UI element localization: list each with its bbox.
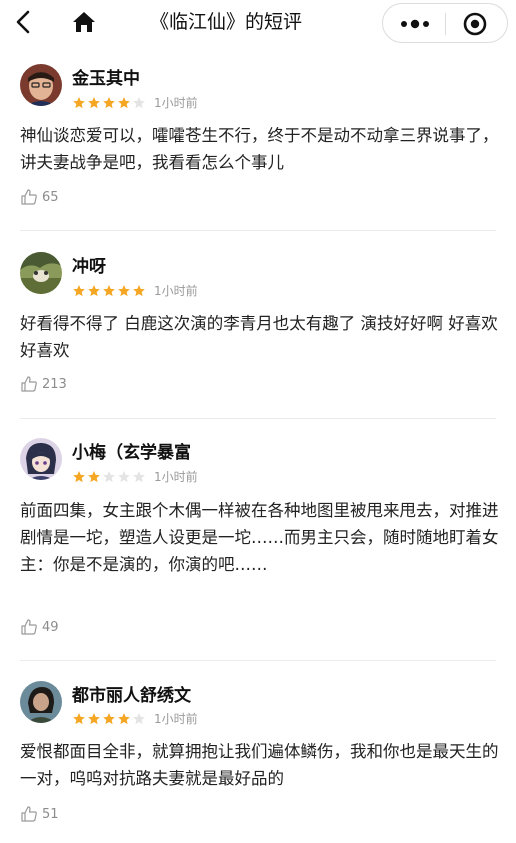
divider <box>20 660 496 661</box>
star-filled-icon <box>133 285 145 297</box>
avatar[interactable] <box>20 438 62 480</box>
like-button[interactable]: 65 <box>20 187 59 207</box>
star-filled-icon <box>73 471 85 483</box>
review-time: 1小时前 <box>154 712 198 726</box>
back-chevron-icon <box>16 10 30 34</box>
capsule-divider <box>445 13 446 35</box>
like-count: 49 <box>42 619 59 635</box>
star-rating <box>72 96 146 110</box>
star-filled-icon <box>88 471 100 483</box>
back-button[interactable] <box>10 8 38 36</box>
reviewer-name[interactable]: 冲呀 <box>72 256 106 278</box>
star-filled-icon <box>103 713 115 725</box>
review-time: 1小时前 <box>154 284 198 298</box>
like-button[interactable]: 51 <box>20 804 59 824</box>
star-filled-icon <box>118 713 130 725</box>
avatar[interactable] <box>20 681 62 723</box>
star-empty-icon <box>133 97 145 109</box>
review-text: 前面四集，女主跟个木偶一样被在各种地图里被甩来甩去，对推进剧情是一坨，塑造人设更… <box>20 501 499 574</box>
star-filled-icon <box>118 97 130 109</box>
top-nav-bar: 《临江仙》的短评 <box>0 0 516 46</box>
star-filled-icon <box>73 285 85 297</box>
home-button[interactable] <box>70 8 98 36</box>
mini-program-capsule <box>382 3 508 43</box>
more-dots-icon <box>401 19 429 29</box>
star-filled-icon <box>103 97 115 109</box>
review-text: 神仙谈恋爱可以，嚯嚯苍生不行，终于不是动不动拿三界说事了，讲夫妻战争是吧，我看看… <box>20 126 499 172</box>
thumbs-up-icon <box>21 806 37 822</box>
star-rating <box>72 284 146 298</box>
target-close-icon <box>463 12 487 36</box>
like-button[interactable]: 213 <box>20 374 67 394</box>
star-empty-icon <box>118 471 130 483</box>
review-time: 1小时前 <box>154 470 198 484</box>
star-filled-icon <box>88 97 100 109</box>
star-empty-icon <box>133 713 145 725</box>
like-count: 65 <box>42 189 59 205</box>
star-filled-icon <box>73 713 85 725</box>
thumbs-up-icon <box>21 376 37 392</box>
divider <box>20 230 496 231</box>
star-filled-icon <box>73 97 85 109</box>
review-text: 好看得不得了 白鹿这次演的李青月也太有趣了 演技好好啊 好喜欢好喜欢 <box>20 314 498 360</box>
like-count: 213 <box>42 376 67 392</box>
star-filled-icon <box>118 285 130 297</box>
like-count: 51 <box>42 806 59 822</box>
reviewer-name[interactable]: 金玉其中 <box>72 68 140 90</box>
home-icon <box>73 12 95 32</box>
star-filled-icon <box>103 285 115 297</box>
avatar[interactable] <box>20 252 62 294</box>
star-rating <box>72 712 146 726</box>
like-button[interactable]: 49 <box>20 617 59 637</box>
more-button[interactable] <box>397 12 433 36</box>
reviewer-name[interactable]: 都市丽人舒绣文 <box>72 685 191 707</box>
review-time: 1小时前 <box>154 96 198 110</box>
divider <box>20 418 496 419</box>
thumbs-up-icon <box>21 189 37 205</box>
close-mini-program-button[interactable] <box>461 10 489 38</box>
review-text: 爱恨都面目全非，就算拥抱让我们遍体鳞伤，我和你也是最天生的一对，呜呜对抗路夫妻就… <box>20 742 499 788</box>
thumbs-up-icon <box>21 619 37 635</box>
reviewer-name[interactable]: 小梅（玄学暴富 <box>72 442 191 464</box>
star-rating <box>72 470 146 484</box>
star-filled-icon <box>88 285 100 297</box>
star-filled-icon <box>88 713 100 725</box>
page-title: 《临江仙》的短评 <box>150 11 303 33</box>
star-empty-icon <box>103 471 115 483</box>
avatar[interactable] <box>20 64 62 106</box>
star-empty-icon <box>133 471 145 483</box>
